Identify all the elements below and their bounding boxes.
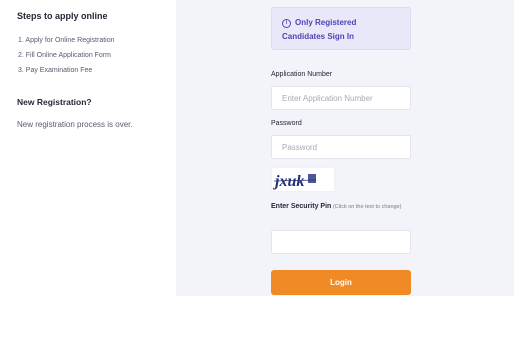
page-bottom-space: [0, 296, 514, 347]
steps-list: 1. Apply for Online Registration 2. Fill…: [18, 36, 115, 81]
security-pin-title: Enter Security Pin: [271, 203, 332, 210]
password-input[interactable]: [271, 135, 411, 159]
captcha-graphic: jxuk: [272, 173, 317, 190]
captcha-image[interactable]: jxuk: [271, 167, 335, 192]
security-pin-input[interactable]: [271, 230, 411, 254]
captcha-text: jxuk: [272, 173, 304, 190]
security-pin-hint: (Click on the text to change): [332, 204, 402, 210]
login-button[interactable]: Login: [271, 270, 411, 295]
security-pin-label: Enter Security Pin (Click on the text to…: [271, 201, 411, 213]
notice-line-2: Candidates Sign In: [282, 32, 355, 41]
password-label: Password: [271, 120, 302, 127]
new-registration-text: New registration process is over.: [17, 120, 133, 129]
steps-title: Steps to apply online: [17, 11, 108, 21]
captcha-noise: [308, 174, 316, 183]
step-item: 2. Fill Online Application Form: [18, 52, 111, 59]
notice-line-1: Only Registered: [295, 18, 357, 27]
info-icon: i: [282, 19, 291, 28]
sign-in-notice: i Only Registered Candidates Sign In: [271, 7, 411, 50]
step-item: 3. Pay Examination Fee: [18, 67, 93, 74]
instructions-panel: Steps to apply online 1. Apply for Onlin…: [0, 0, 176, 296]
application-number-label: Application Number: [271, 71, 333, 78]
application-number-input[interactable]: [271, 86, 411, 110]
new-registration-title: New Registration?: [17, 97, 92, 107]
step-item: 1. Apply for Online Registration: [18, 37, 115, 44]
